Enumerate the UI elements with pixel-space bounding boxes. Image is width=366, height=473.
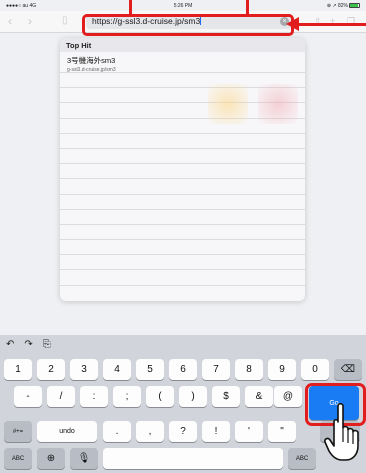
annotation-url-highlight — [82, 14, 294, 36]
empty-suggestion-row — [60, 179, 305, 195]
status-bar: ●●●●○ au 4G 5:26 PM ⊕ ↗ 82% — [0, 0, 366, 11]
abc-key[interactable]: ABC — [4, 448, 32, 469]
top-hit-item[interactable]: 3号機海外sm3 g-ssl3.d-cruise.jp/sm3 — [60, 52, 305, 73]
key-period[interactable]: . — [103, 421, 131, 442]
empty-suggestion-row — [60, 210, 305, 225]
empty-suggestion-row — [60, 255, 305, 271]
empty-suggestion-row — [60, 195, 305, 210]
key-0[interactable]: 0 — [301, 359, 329, 380]
key-close-paren[interactable]: ) — [179, 386, 207, 407]
hand-pointer-icon — [324, 402, 359, 461]
backspace-icon[interactable]: ⌫ — [334, 359, 362, 380]
redo-icon[interactable]: ↷ — [24, 339, 32, 350]
key-at[interactable]: @ — [274, 386, 302, 407]
key-2[interactable]: 2 — [37, 359, 65, 380]
key-dollar[interactable]: $ — [212, 386, 240, 407]
key-ampersand[interactable]: & — [245, 386, 273, 407]
key-semicolon[interactable]: ; — [113, 386, 141, 407]
empty-suggestion-row — [60, 240, 305, 256]
battery-label: ⊕ ↗ 82% — [326, 2, 348, 9]
screen: ●●●●○ au 4G 5:26 PM ⊕ ↗ 82% ‹ › ▯ https:… — [0, 0, 366, 473]
key-9[interactable]: 9 — [268, 359, 296, 380]
empty-suggestion-row — [60, 225, 305, 241]
empty-suggestion-row — [60, 134, 305, 149]
bookmarks-icon[interactable]: ▯ — [62, 15, 68, 27]
annotation-arrow — [298, 23, 366, 26]
empty-suggestion-row — [60, 164, 305, 180]
key-8[interactable]: 8 — [235, 359, 263, 380]
key-open-paren[interactable]: ( — [146, 386, 174, 407]
empty-suggestion-row — [60, 270, 305, 286]
microphone-icon[interactable]: 🎙 — [70, 448, 98, 469]
key-4[interactable]: 4 — [103, 359, 131, 380]
key-question[interactable]: ? — [169, 421, 197, 442]
key-quote[interactable]: " — [268, 421, 296, 442]
key-5[interactable]: 5 — [136, 359, 164, 380]
key-apostrophe[interactable]: ' — [235, 421, 263, 442]
top-hit-title: 3号機海外sm3 — [67, 56, 116, 65]
clock: 5:26 PM — [173, 2, 193, 9]
symbols-key[interactable]: #+= — [4, 421, 32, 442]
forward-icon[interactable]: › — [28, 15, 32, 27]
key-hyphen[interactable]: - — [14, 386, 42, 407]
key-comma[interactable]: , — [136, 421, 164, 442]
key-7[interactable]: 7 — [202, 359, 230, 380]
key-6[interactable]: 6 — [169, 359, 197, 380]
key-slash[interactable]: / — [47, 386, 75, 407]
abc-key-right[interactable]: ABC — [288, 448, 316, 469]
undo-key[interactable]: undo — [37, 421, 97, 442]
suggestions-panel: Top Hit 3号機海外sm3 g-ssl3.d-cruise.jp/sm3 — [60, 38, 305, 301]
battery-icon — [349, 3, 360, 8]
top-hit-header: Top Hit — [60, 38, 305, 52]
undo-icon[interactable]: ↶ — [6, 339, 14, 350]
space-key[interactable] — [103, 448, 283, 469]
key-exclamation[interactable]: ! — [202, 421, 230, 442]
keyboard-shortcut-bar: ↶ ↷ ⎘ — [6, 339, 61, 350]
blurred-favicon — [208, 84, 248, 124]
key-colon[interactable]: : — [80, 386, 108, 407]
back-icon[interactable]: ‹ — [8, 15, 12, 27]
key-1[interactable]: 1 — [4, 359, 32, 380]
paste-icon[interactable]: ⎘ — [43, 339, 51, 350]
empty-suggestion-row — [60, 149, 305, 165]
globe-icon[interactable]: ⊕ — [37, 448, 65, 469]
key-3[interactable]: 3 — [70, 359, 98, 380]
blurred-favicon — [258, 84, 298, 124]
